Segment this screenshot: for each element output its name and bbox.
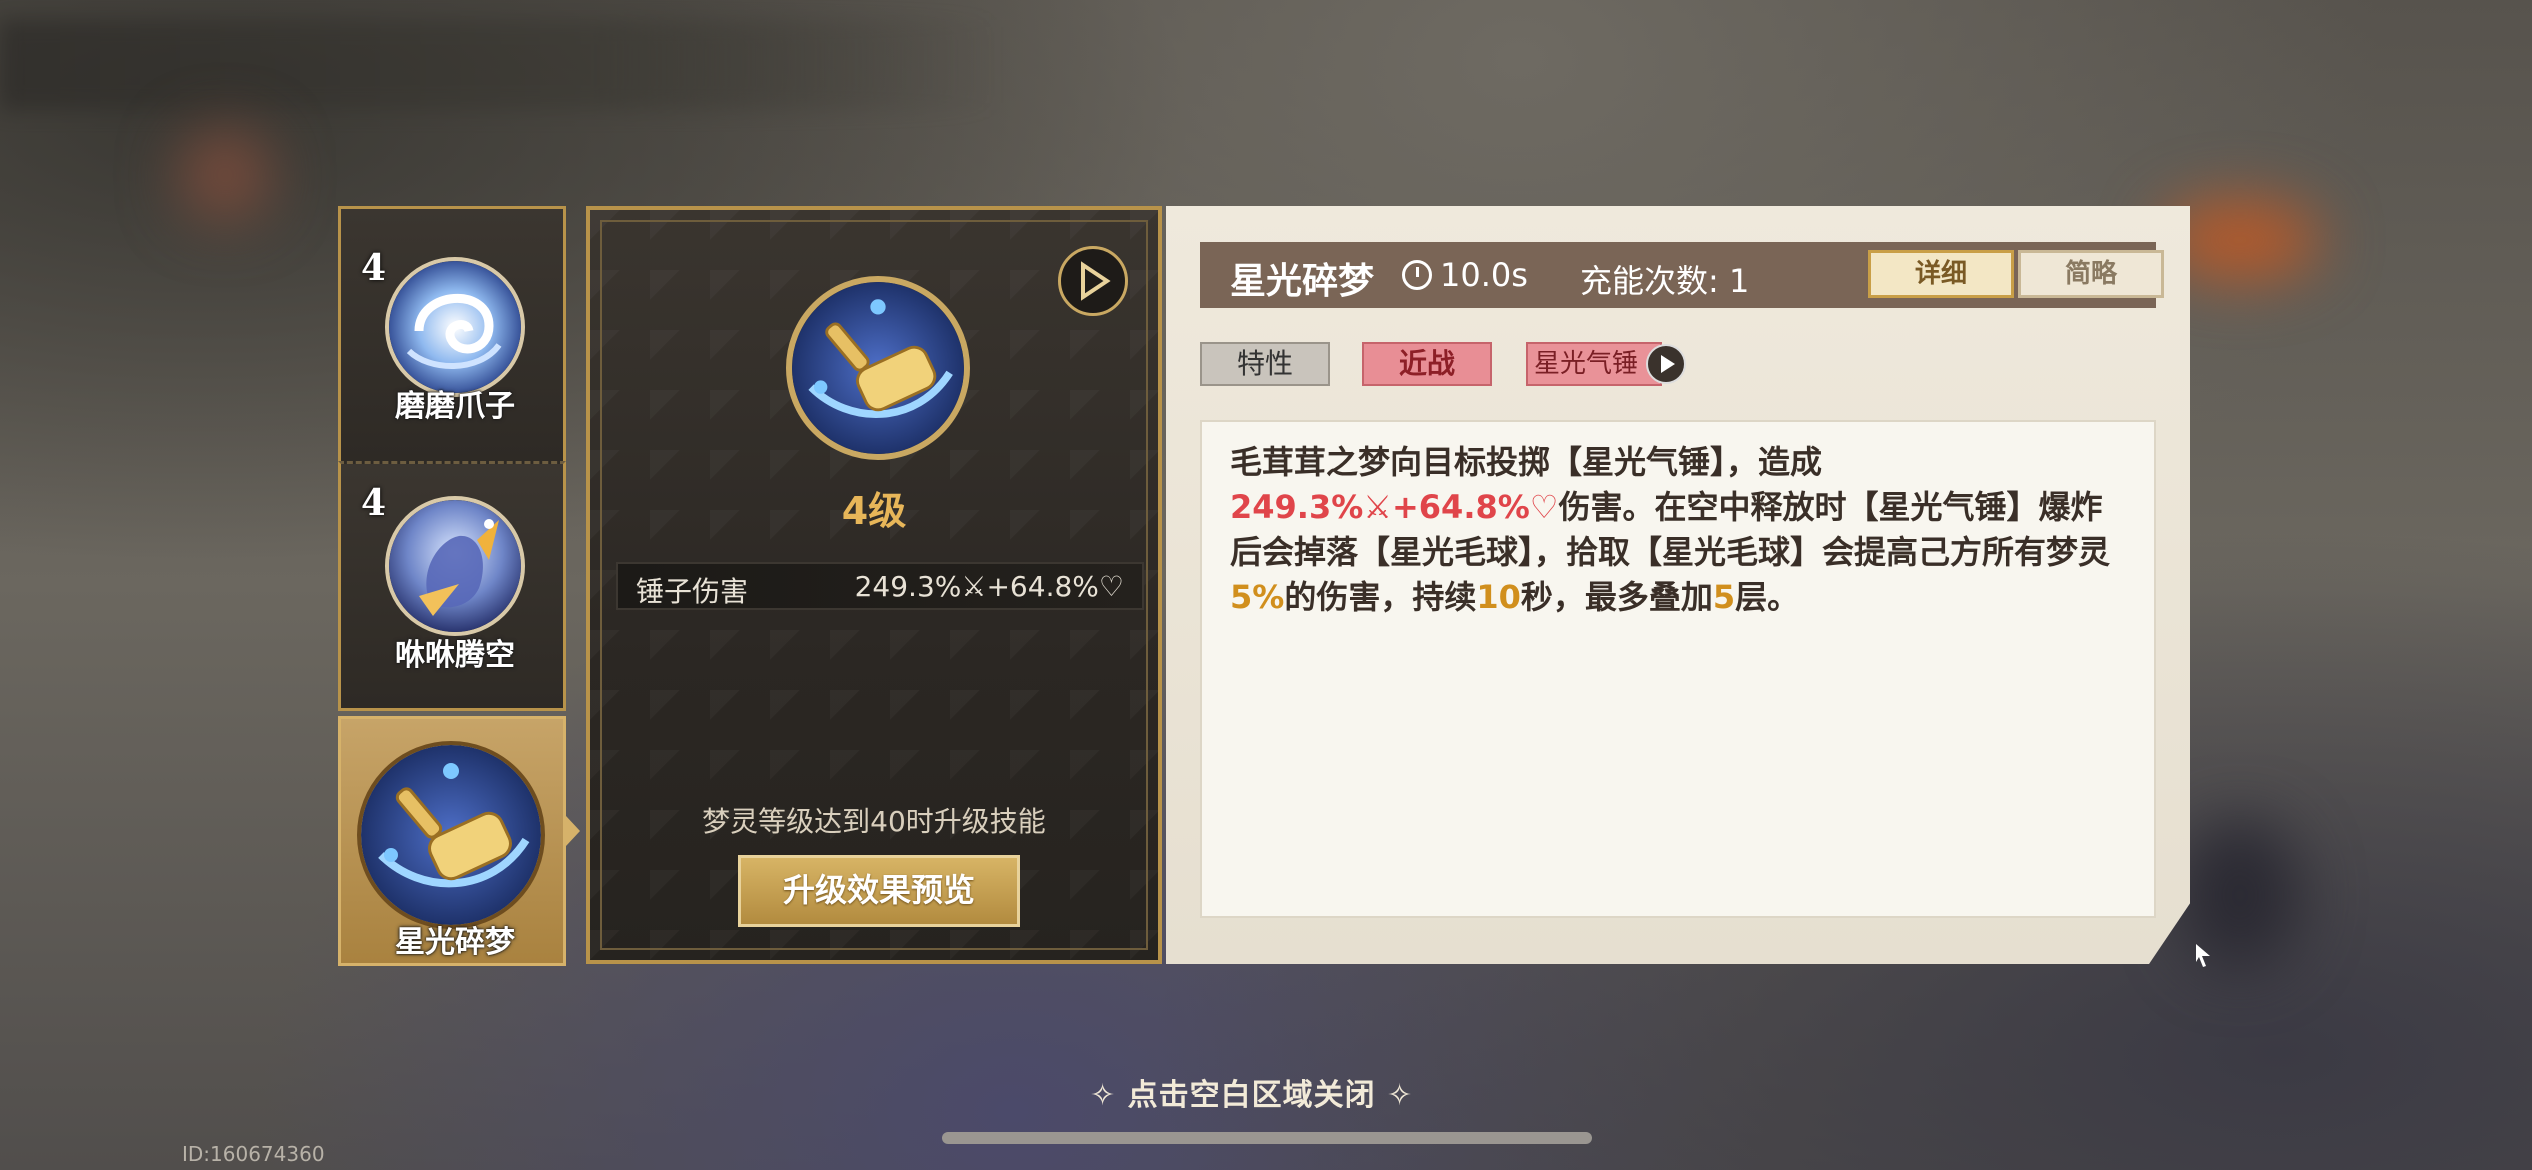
desc-text: 的伤害，持续 — [1284, 578, 1477, 616]
skill-name: 咻咻腾空 — [395, 638, 515, 673]
desc-stack-value: 5 — [1712, 578, 1736, 616]
skill-description: 毛茸茸之梦向目标投掷【星光气锤】，造成 249.3%⚔+64.8%♡伤害。在空中… — [1230, 440, 2130, 620]
cooldown-value: 10.0s — [1440, 256, 1528, 294]
user-id: ID:160674360 — [182, 1142, 325, 1166]
skill-slot-leap[interactable]: 4 咻咻腾空 — [338, 461, 566, 711]
skill-title: 星光碎梦 — [1230, 260, 1375, 302]
tag-trait[interactable]: 特性 — [1200, 342, 1330, 386]
tag-play-icon[interactable] — [1646, 344, 1686, 384]
desc-text: 毛茸茸之梦向目标投掷【星光气锤】，造成 — [1230, 443, 1823, 481]
stat-value: 249.3%⚔+64.8%♡ — [854, 570, 1124, 603]
desc-text: 秒，最多叠加 — [1520, 578, 1713, 616]
tag-melee[interactable]: 近战 — [1362, 342, 1492, 386]
play-preview-button[interactable] — [1058, 246, 1128, 316]
skill-slot-hammer-selected[interactable]: 星光碎梦 — [338, 716, 566, 966]
skill-name: 星光碎梦 — [395, 925, 515, 960]
golden-hammer-icon — [357, 741, 545, 929]
charge-count: 充能次数: 1 — [1580, 262, 1750, 300]
skill-info-panel: 星光碎梦 10.0s 充能次数: 1 详细 简略 特性 近战 星光气锤 毛茸茸之… — [1166, 206, 2190, 964]
home-indicator[interactable] — [942, 1132, 1592, 1144]
skill-level-panel: 4级 锤子伤害 249.3%⚔+64.8%♡ 梦灵等级达到40时升级技能 升级效… — [586, 206, 1162, 964]
tag-starlight-hammer[interactable]: 星光气锤 — [1526, 342, 1662, 386]
skill-level-label: 4级 — [841, 489, 907, 533]
cursor-icon — [2196, 944, 2210, 967]
close-hint[interactable]: ✧ 点击空白区域关闭 ✧ — [1090, 1070, 1413, 1114]
upgrade-preview-button[interactable]: 升级效果预览 — [738, 855, 1020, 927]
tab-brief[interactable]: 简略 — [2018, 250, 2164, 298]
description-box: 毛茸茸之梦向目标投掷【星光气锤】，造成 249.3%⚔+64.8%♡伤害。在空中… — [1200, 420, 2156, 918]
leap-creature-icon — [385, 496, 525, 636]
blurred-top-bar — [0, 20, 1000, 110]
tab-detail[interactable]: 详细 — [1868, 250, 2014, 298]
stat-row: 锤子伤害 249.3%⚔+64.8%♡ — [616, 562, 1144, 610]
golden-hammer-icon — [786, 276, 970, 460]
skill-slot-claw[interactable]: 4 磨磨爪子 — [338, 206, 566, 461]
skill-level: 4 — [361, 247, 387, 289]
clock-icon — [1402, 260, 1432, 290]
upgrade-requirement: 梦灵等级达到40时升级技能 — [702, 805, 1046, 838]
desc-duration-value: 10 — [1476, 578, 1521, 616]
desc-damage-value: 249.3%⚔+64.8%♡ — [1230, 488, 1559, 526]
stat-label: 锤子伤害 — [636, 575, 749, 608]
skill-title-bar: 星光碎梦 10.0s 充能次数: 1 详细 简略 — [1200, 242, 2164, 308]
skill-name: 磨磨爪子 — [395, 389, 515, 424]
skill-list: 4 磨磨爪子 4 咻咻腾空 星光碎梦 — [338, 206, 580, 966]
desc-text: 层。 — [1735, 578, 1800, 616]
blurred-shape — [180, 130, 270, 220]
desc-buff-value: 5% — [1230, 578, 1285, 616]
skill-level: 4 — [361, 482, 387, 524]
selection-pointer-icon — [566, 816, 580, 846]
play-icon — [1081, 261, 1111, 301]
swirl-claw-icon — [385, 257, 525, 397]
